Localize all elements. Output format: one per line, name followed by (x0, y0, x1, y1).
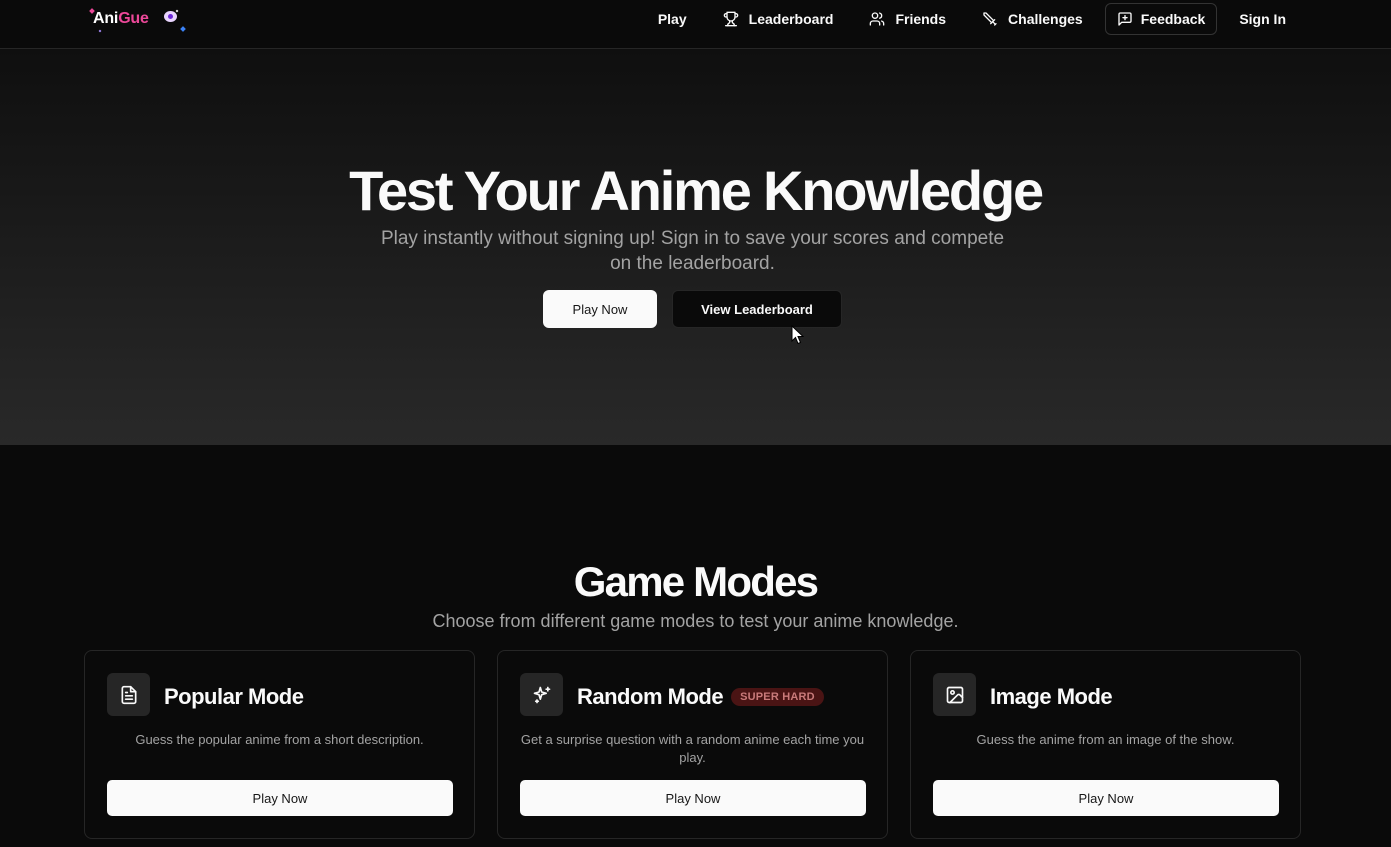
hero-play-now-button[interactable]: Play Now (543, 290, 657, 328)
swords-icon (983, 11, 997, 26)
logo-sparkle (98, 29, 102, 33)
card-description: Guess the anime from an image of the sho… (976, 732, 1235, 747)
message-plus-icon (1118, 11, 1132, 26)
sparkles-icon (533, 686, 550, 703)
card-icon-container (107, 673, 150, 716)
main-nav: Play Leaderboard Friends Challenges Feed… (636, 0, 1303, 37)
users-icon (870, 11, 885, 26)
sign-in-label: Sign In (1239, 10, 1286, 27)
super-hard-badge: SUPER HARD (731, 688, 824, 706)
image-icon (946, 686, 963, 703)
view-leaderboard-button[interactable]: View Leaderboard (672, 290, 842, 328)
nav-leaderboard[interactable]: Leaderboard (709, 3, 848, 35)
trophy-icon (723, 11, 738, 26)
document-icon (121, 685, 136, 704)
nav-challenges-label: Challenges (1008, 10, 1083, 27)
sign-in-button[interactable]: Sign In (1225, 3, 1303, 35)
card-description: Guess the popular anime from a short des… (135, 732, 424, 747)
top-navbar: AniGue Play Leaderboard Friends Challeng… (0, 0, 1391, 49)
nav-play[interactable]: Play (644, 3, 701, 35)
nav-challenges[interactable]: Challenges (968, 3, 1097, 35)
card-title: Random Mode SUPER HARD (577, 684, 824, 710)
mode-card-random: Random Mode SUPER HARD Get a surprise qu… (497, 650, 888, 839)
nav-friends-label: Friends (895, 10, 947, 27)
mouse-cursor-icon (791, 325, 804, 345)
image-play-now-button[interactable]: Play Now (933, 780, 1279, 816)
logo-sparkle (180, 26, 186, 32)
mode-card-image: Image Mode Guess the anime from an image… (910, 650, 1301, 839)
logo-sparkle (175, 9, 179, 13)
hero-section: Test Your Anime Knowledge Play instantly… (0, 49, 1391, 445)
logo-eye-icon (164, 11, 177, 22)
feedback-label: Feedback (1140, 10, 1206, 27)
logo-text: AniGue (93, 10, 149, 27)
card-icon-container (520, 673, 563, 716)
game-modes-title: Game Modes (573, 558, 819, 605)
hero-subtitle: Play instantly without signing up! Sign … (380, 228, 1005, 274)
random-play-now-button[interactable]: Play Now (520, 780, 866, 816)
nav-play-label: Play (657, 10, 687, 27)
game-modes-subtitle: Choose from different game modes to test… (432, 611, 959, 631)
anigue-logo[interactable]: AniGue (88, 5, 198, 33)
card-icon-container (933, 673, 976, 716)
card-title: Image Mode (990, 684, 1113, 709)
popular-play-now-button[interactable]: Play Now (107, 780, 453, 816)
hero-title: Test Your Anime Knowledge (349, 159, 1044, 222)
card-description: Get a surprise question with a random an… (520, 732, 865, 765)
feedback-button[interactable]: Feedback (1104, 2, 1218, 35)
nav-leaderboard-label: Leaderboard (748, 10, 834, 27)
nav-friends[interactable]: Friends (855, 3, 960, 35)
card-title: Popular Mode (164, 684, 304, 709)
mode-card-popular: Popular Mode Guess the popular anime fro… (84, 650, 475, 839)
